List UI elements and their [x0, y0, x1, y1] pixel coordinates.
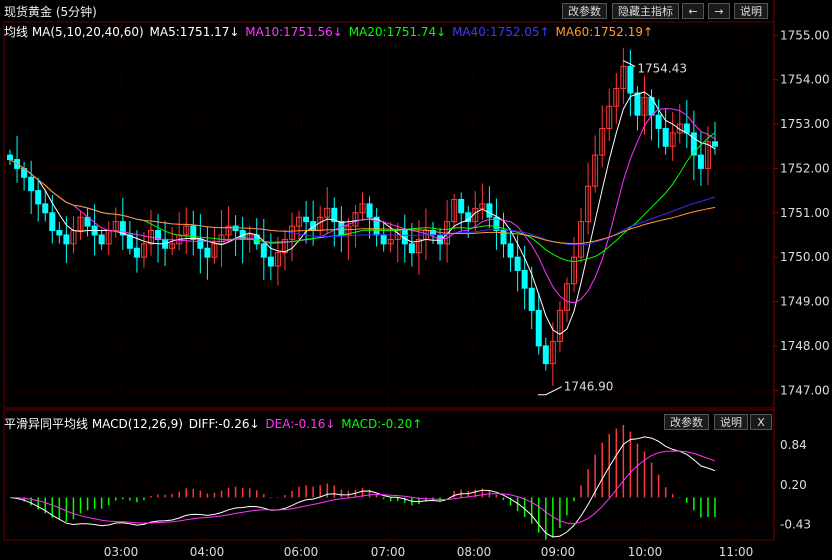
ma5-label: MA5:1751.17↓	[149, 25, 240, 39]
candle-body	[458, 198, 465, 214]
candle-body	[408, 243, 415, 254]
x-tick-label: 06:00	[284, 545, 319, 559]
macd-y-tick-label: 0.20	[780, 478, 807, 492]
x-tick-label: 03:00	[104, 545, 139, 559]
y-tick-label: 1747.00	[780, 383, 830, 397]
candle-body	[7, 154, 13, 161]
y-tick-label: 1752.00	[780, 161, 830, 175]
y-tick-label: 1749.00	[780, 295, 830, 309]
macd-help-button[interactable]: 说明	[714, 414, 748, 430]
candle-body	[232, 225, 239, 232]
candle-body	[56, 230, 63, 236]
candle-body	[267, 256, 274, 267]
candle-body	[655, 114, 662, 129]
candle-body	[712, 141, 718, 147]
macd-y-tick-label: -0.43	[780, 517, 811, 531]
macd-legend-name: 平滑异同平均线 MACD(12,26,9)	[4, 417, 183, 431]
candle-body	[260, 243, 267, 258]
ma20-label: MA20:1751.74↓	[348, 25, 447, 39]
ma-legend-name: 均线 MA(5,10,20,40,60)	[4, 25, 144, 39]
candle-body	[63, 234, 70, 245]
ma10-label: MA10:1751.56↓	[245, 25, 343, 39]
x-tick-label: 07:00	[371, 545, 406, 559]
candle-body	[190, 225, 197, 240]
candle-body	[204, 247, 211, 258]
candle-body	[42, 203, 49, 214]
macd-label: MACD:-0.20↑	[341, 417, 423, 431]
ma-legend: 均线 MA(5,10,20,40,60) MA5:1751.17↓ MA10:1…	[4, 23, 655, 40]
candle-body	[49, 212, 56, 232]
macd-change-params-button[interactable]: 改参数	[664, 414, 709, 430]
y-tick-label: 1750.00	[780, 250, 830, 264]
y-tick-label: 1748.00	[780, 339, 830, 353]
low-annotation: 1746.90	[564, 380, 614, 394]
macd-legend: 平滑异同平均线 MACD(12,26,9) DIFF:-0.26↓ DEA:-0…	[4, 415, 424, 432]
candles	[7, 48, 718, 386]
x-tick-label: 04:00	[190, 545, 225, 559]
candle-body	[28, 176, 35, 192]
y-tick-label: 1751.00	[780, 206, 830, 220]
ma40-label: MA40:1752.05↑	[452, 25, 550, 39]
x-tick-label: 11:00	[719, 545, 754, 559]
high-marker	[623, 60, 636, 68]
candle-body	[338, 221, 345, 236]
high-annotation: 1754.43	[637, 62, 687, 76]
price-chart[interactable]: 1755.00 1754.00 1753.00 1752.00 1751.00 1750.…	[0, 0, 832, 560]
ma60-label: MA60:1752.19↑	[555, 25, 654, 39]
x-tick-label: 10:00	[628, 545, 663, 559]
y-tick-label: 1753.00	[780, 117, 830, 131]
candle-body	[133, 247, 140, 258]
candle-body	[380, 234, 387, 245]
candle-body	[366, 203, 373, 218]
candle-body	[627, 65, 634, 94]
candle-body	[98, 234, 105, 245]
x-tick-label: 08:00	[457, 545, 492, 559]
candle-body	[303, 216, 310, 223]
candle-body	[535, 309, 542, 347]
x-tick-label: 09:00	[541, 545, 576, 559]
macd-bars	[16, 424, 716, 540]
candle-body	[634, 92, 641, 116]
macd-close-button[interactable]: X	[750, 414, 772, 430]
y-tick-label: 1754.00	[780, 73, 830, 87]
candle-body	[662, 127, 669, 147]
candle-body	[521, 269, 528, 289]
candle-body	[35, 190, 42, 205]
candle-body	[697, 154, 704, 169]
candle-body	[528, 287, 535, 311]
candle-body	[507, 243, 514, 258]
diff-label: DIFF:-0.26↓	[188, 417, 260, 431]
candle-body	[542, 345, 549, 365]
dea-label: DEA:-0.16↓	[265, 417, 336, 431]
y-tick-label: 1755.00	[780, 28, 830, 42]
macd-y-tick-label: 0.84	[780, 438, 807, 452]
candle-body	[514, 256, 521, 271]
candle-body	[486, 203, 493, 218]
